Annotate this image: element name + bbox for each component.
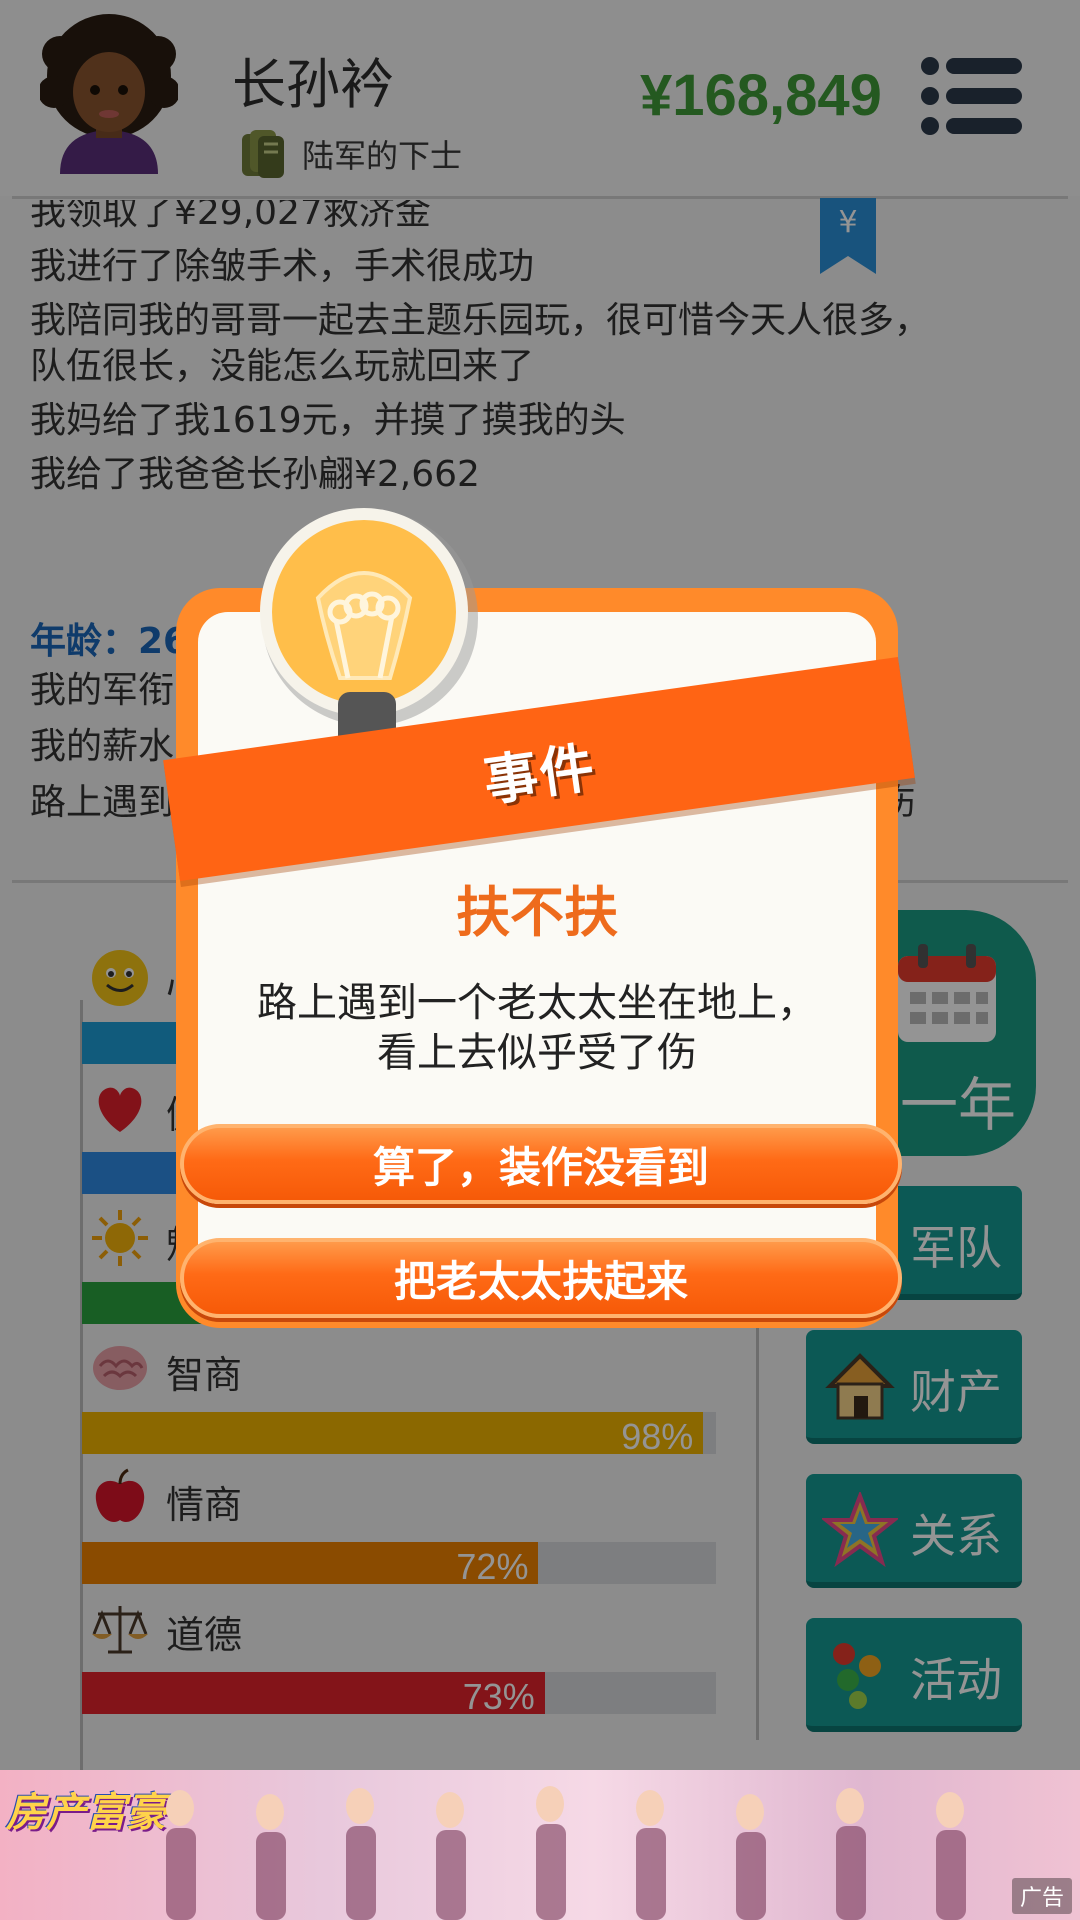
ad-logo: 房产富豪	[6, 1790, 166, 1836]
event-description-line: 看上去似乎受了伤	[377, 1030, 697, 1076]
ignore-choice-button[interactable]: 算了，装作没看到	[180, 1124, 902, 1204]
ad-characters-image	[166, 1786, 966, 1920]
ad-tag[interactable]: 广告	[1011, 1878, 1072, 1914]
help-choice-button[interactable]: 把老太太扶起来	[180, 1238, 902, 1318]
event-title: 扶不扶	[456, 881, 618, 944]
event-description-line: 路上遇到一个老太太坐在地上，	[257, 980, 817, 1026]
ad-banner[interactable]: 房产富豪 广告	[0, 1770, 1080, 1920]
event-description: 路上遇到一个老太太坐在地上， 看上去似乎受了伤	[210, 978, 864, 1078]
